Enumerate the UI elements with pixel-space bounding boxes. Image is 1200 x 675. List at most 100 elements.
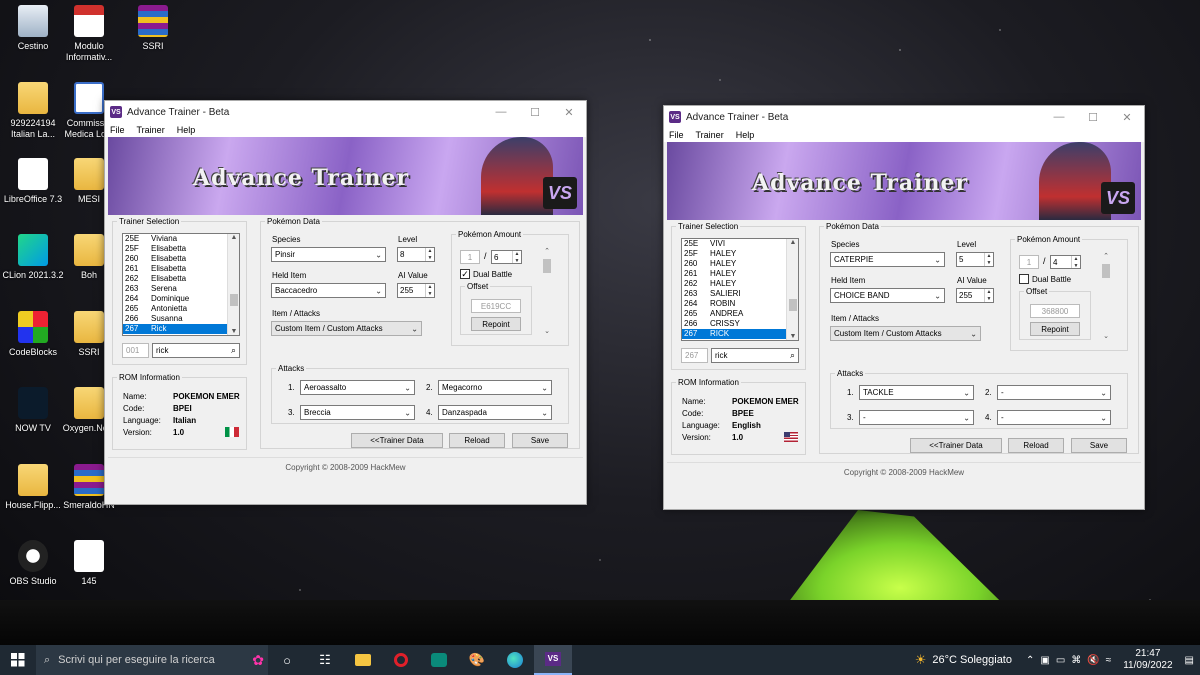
minimize-icon[interactable]: — xyxy=(1042,111,1076,124)
task-view-icon[interactable]: ○ xyxy=(268,645,306,675)
level-stepper[interactable]: 8 ▲ ▼ xyxy=(397,247,435,262)
title-bar[interactable]: VS Advance Trainer - Beta — ☐ ✕ xyxy=(105,101,586,123)
trainer-list[interactable]: 25E VIVI 25F HALEY 260 HALEY 261 HALEY 262 HALEY 2… xyxy=(681,238,799,341)
advance-trainer-taskbar-icon[interactable]: VS xyxy=(534,645,572,675)
trainer-search-field[interactable]: rick ⌕ xyxy=(711,348,799,363)
menu-file[interactable]: File xyxy=(669,130,684,140)
amount-current-field[interactable]: 1 xyxy=(460,250,480,264)
scroll-thumb[interactable] xyxy=(1102,264,1110,278)
attack-4-select[interactable]: - ⌄ xyxy=(997,410,1111,425)
trainer-list-item[interactable]: 260 Elisabetta xyxy=(123,254,239,264)
menu-file[interactable]: File xyxy=(110,125,125,135)
attack-2-select[interactable]: - ⌄ xyxy=(997,385,1111,400)
close-icon[interactable]: ✕ xyxy=(552,106,586,119)
repoint-button[interactable]: Repoint xyxy=(471,317,521,331)
weather-sun-icon[interactable]: ☀ xyxy=(915,652,927,668)
held-item-select[interactable]: Baccacedro ⌄ xyxy=(271,283,386,298)
spinner-arrows-icon[interactable]: ▲ ▼ xyxy=(512,251,521,264)
offset-field[interactable]: E619CC xyxy=(471,299,521,313)
trainer-list-item[interactable]: 264 ROBIN xyxy=(682,299,798,309)
trainer-list-item[interactable]: 261 Elisabetta xyxy=(123,264,239,274)
scroll-thumb[interactable] xyxy=(543,259,551,273)
trainer-list-item[interactable]: 264 Dominique xyxy=(123,294,239,304)
amount-current-field[interactable]: 1 xyxy=(1019,255,1039,269)
trainer-data-button[interactable]: <<Trainer Data xyxy=(351,433,443,448)
menu-help[interactable]: Help xyxy=(177,125,196,135)
trainer-list-item[interactable]: 262 HALEY xyxy=(682,279,798,289)
menu-trainer[interactable]: Trainer xyxy=(137,125,165,135)
scroll-up-icon[interactable]: ⌃ xyxy=(1100,252,1112,260)
app-window[interactable]: VS Advance Trainer - Beta — ☐ ✕ File Tra… xyxy=(663,105,1145,510)
weather-text[interactable]: 26°C Soleggiato xyxy=(932,654,1012,666)
trainer-data-button[interactable]: <<Trainer Data xyxy=(910,438,1002,453)
start-button[interactable] xyxy=(0,645,36,675)
attack-3-select[interactable]: - ⌄ xyxy=(859,410,974,425)
dual-battle-checkbox[interactable]: ✓ xyxy=(460,269,470,279)
scroll-up-icon[interactable]: ▲ xyxy=(228,234,239,241)
scroll-up-icon[interactable]: ▲ xyxy=(787,239,798,246)
reload-button[interactable]: Reload xyxy=(449,433,505,448)
minimize-icon[interactable]: — xyxy=(484,106,518,119)
trainer-list-item[interactable]: 266 Susanna xyxy=(123,314,239,324)
battery-icon[interactable]: ▭ xyxy=(1056,655,1065,666)
scroll-up-icon[interactable]: ⌃ xyxy=(541,247,553,255)
reload-button[interactable]: Reload xyxy=(1008,438,1064,453)
trainer-list-item[interactable]: 262 Elisabetta xyxy=(123,274,239,284)
trainer-list-item[interactable]: 261 HALEY xyxy=(682,269,798,279)
amount-scrollbar[interactable]: ⌃ ⌄ xyxy=(1100,252,1112,340)
attack-4-select[interactable]: Danzaspada ⌄ xyxy=(438,405,552,420)
dual-battle-checkbox[interactable] xyxy=(1019,274,1029,284)
attack-2-select[interactable]: Megacorno ⌄ xyxy=(438,380,552,395)
desktop-shortcut[interactable]: 145 xyxy=(56,540,122,587)
trainer-list-item[interactable]: 265 Antonietta xyxy=(123,304,239,314)
scroll-down-icon[interactable]: ⌄ xyxy=(541,327,553,335)
trainer-list[interactable]: 25E Viviana 25F Elisabetta 260 Elisabetta 261 E… xyxy=(122,233,240,336)
item-attacks-select[interactable]: Custom Item / Custom Attacks ⌄ xyxy=(830,326,981,341)
spinner-arrows-icon[interactable]: ▲ ▼ xyxy=(984,289,993,302)
nowtv-icon[interactable] xyxy=(420,645,458,675)
ai-value-stepper[interactable]: 255 ▲ ▼ xyxy=(956,288,994,303)
trainer-list-scrollbar[interactable]: ▲ ▼ xyxy=(227,234,239,335)
maximize-icon[interactable]: ☐ xyxy=(1076,111,1110,124)
amount-total-stepper[interactable]: 6 ▲ ▼ xyxy=(491,250,522,264)
wifi-icon[interactable]: ≈ xyxy=(1106,655,1112,666)
ai-value-stepper[interactable]: 255 ▲ ▼ xyxy=(397,283,435,298)
species-select[interactable]: CATERPIE ⌄ xyxy=(830,252,945,267)
file-explorer-icon[interactable] xyxy=(344,645,382,675)
trainer-list-item[interactable]: 263 SALIERI xyxy=(682,289,798,299)
trainer-id-field[interactable]: 001 xyxy=(122,343,149,358)
trainer-list-item[interactable]: 25F Elisabetta xyxy=(123,244,239,254)
maximize-icon[interactable]: ☐ xyxy=(518,106,552,119)
spinner-arrows-icon[interactable]: ▲ ▼ xyxy=(425,284,434,297)
trainer-list-item[interactable]: 265 ANDREA xyxy=(682,309,798,319)
menu-trainer[interactable]: Trainer xyxy=(696,130,724,140)
task-view-timeline-icon[interactable]: ☷ xyxy=(306,645,344,675)
offset-field[interactable]: 368800 xyxy=(1030,304,1080,318)
opera-icon[interactable] xyxy=(382,645,420,675)
chevron-up-icon[interactable]: ⌃ xyxy=(1026,655,1034,666)
trainer-list-item[interactable]: 25F HALEY xyxy=(682,249,798,259)
trainer-list-item[interactable]: 266 CRISSY xyxy=(682,319,798,329)
title-bar[interactable]: VS Advance Trainer - Beta — ☐ ✕ xyxy=(664,106,1144,128)
trainer-id-field[interactable]: 267 xyxy=(681,348,708,363)
search-icon[interactable]: ⌕ xyxy=(790,350,795,361)
trainer-list-scrollbar[interactable]: ▲ ▼ xyxy=(786,239,798,340)
search-icon[interactable]: ⌕ xyxy=(231,345,236,356)
save-button[interactable]: Save xyxy=(512,433,568,448)
trainer-list-item[interactable]: 260 HALEY xyxy=(682,259,798,269)
desktop-shortcut[interactable]: Modulo Informativ... xyxy=(56,5,122,63)
paint-icon[interactable]: 🎨 xyxy=(458,645,496,675)
scroll-down-icon[interactable]: ▼ xyxy=(787,333,798,340)
amount-total-stepper[interactable]: 4 ▲ ▼ xyxy=(1050,255,1081,269)
desktop-shortcut[interactable]: SSRI xyxy=(120,5,186,52)
scroll-down-icon[interactable]: ⌄ xyxy=(1100,332,1112,340)
item-attacks-select[interactable]: Custom Item / Custom Attacks ⌄ xyxy=(271,321,422,336)
attack-3-select[interactable]: Breccia ⌄ xyxy=(300,405,415,420)
trainer-search-field[interactable]: rick ⌕ xyxy=(152,343,240,358)
scroll-thumb[interactable] xyxy=(789,299,797,311)
network-icon[interactable]: ⌘ xyxy=(1071,655,1081,666)
scroll-thumb[interactable] xyxy=(230,294,238,306)
scroll-down-icon[interactable]: ▼ xyxy=(228,328,239,335)
held-item-select[interactable]: CHOICE BAND ⌄ xyxy=(830,288,945,303)
attack-1-select[interactable]: TACKLE ⌄ xyxy=(859,385,974,400)
